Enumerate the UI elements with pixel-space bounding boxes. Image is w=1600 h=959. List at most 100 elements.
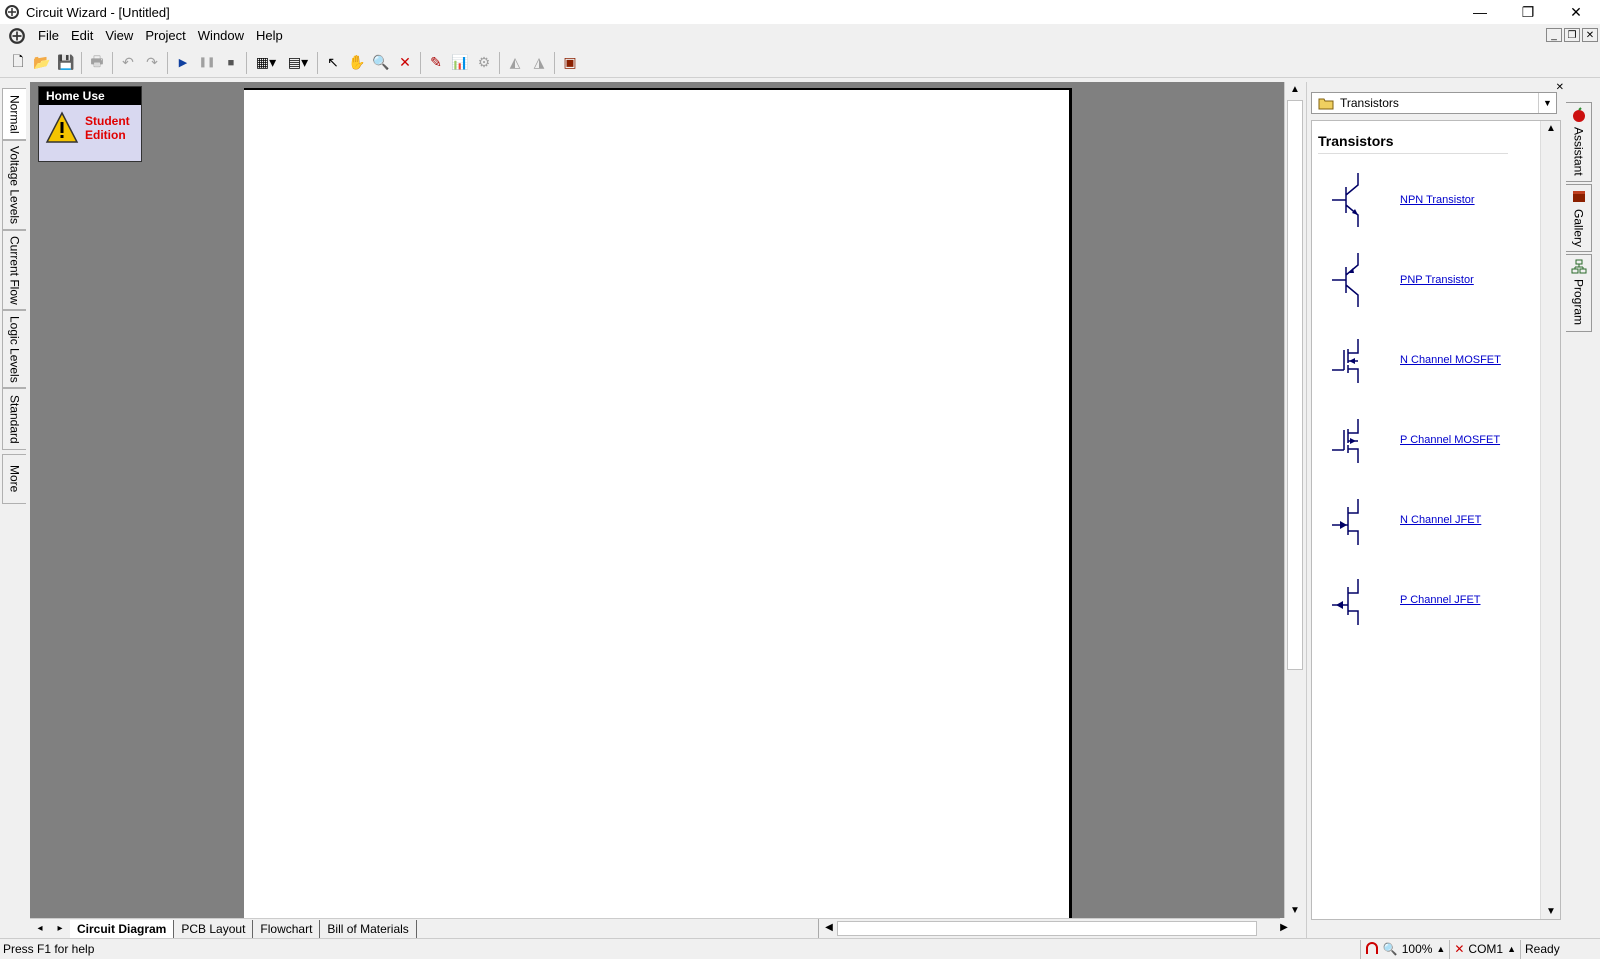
tab-scroll-left-icon[interactable]: ◂ xyxy=(30,923,50,934)
probe-icon[interactable]: ✎ xyxy=(424,51,448,75)
undo-icon[interactable]: ↶ xyxy=(116,51,140,75)
redo-icon[interactable]: ↷ xyxy=(140,51,164,75)
gallery-item-n-channel-mosfet[interactable]: N Channel MOSFET xyxy=(1322,325,1522,395)
horizontal-scrollbar[interactable]: ◀ ▶ xyxy=(818,919,1294,939)
toolbar-separator xyxy=(81,51,82,74)
assistant-apple-icon xyxy=(1572,107,1585,122)
menu-view[interactable]: View xyxy=(99,24,139,48)
network-icon[interactable]: ⚙ xyxy=(472,51,496,75)
minimize-button[interactable]: — xyxy=(1456,0,1504,24)
run-simulation-icon[interactable]: ▶ xyxy=(171,51,195,75)
scroll-left-arrow-icon[interactable]: ◀ xyxy=(819,922,839,933)
gallery-scroll-up-icon[interactable]: ▲ xyxy=(1541,123,1561,134)
tab-scroll-right-icon[interactable]: ▸ xyxy=(50,923,70,934)
flip-icon[interactable]: ◭ xyxy=(503,51,527,75)
disconnected-port-icon: ✕ xyxy=(1454,942,1465,956)
tab-assistant[interactable]: Assistant xyxy=(1566,102,1592,182)
horizontal-scroll-thumb[interactable] xyxy=(837,921,1257,936)
pan-hand-icon[interactable]: ✋ xyxy=(345,51,369,75)
tab-standard[interactable]: Standard xyxy=(2,388,26,450)
category-select[interactable]: Transistors ▼ xyxy=(1311,92,1557,114)
layout-dropdown-icon[interactable]: ▤▾ xyxy=(282,51,314,75)
menu-help[interactable]: Help xyxy=(250,24,289,48)
menu-file[interactable]: File xyxy=(32,24,65,48)
tab-voltage-levels[interactable]: Voltage Levels xyxy=(2,140,26,230)
tab-program[interactable]: Program xyxy=(1566,254,1592,332)
gallery-toggle-icon[interactable]: ▣ xyxy=(558,51,582,75)
chevron-down-icon[interactable]: ▼ xyxy=(1538,93,1556,113)
gallery-panel: ✕ Transistors ▼ Transistors NPN Transist… xyxy=(1306,82,1564,938)
rotate-icon[interactable]: ◮ xyxy=(527,51,551,75)
select-pointer-icon[interactable]: ↖ xyxy=(321,51,345,75)
port-status[interactable]: ✕ COM1 ▲ xyxy=(1449,939,1520,959)
drawing-area[interactable]: Home Use Student Edition ▲ ▼ xyxy=(30,82,1304,918)
stop-simulation-icon[interactable]: ■ xyxy=(219,51,243,75)
mdi-minimize-button[interactable]: _ xyxy=(1546,28,1562,42)
scroll-up-arrow-icon[interactable]: ▲ xyxy=(1285,84,1305,95)
status-bar: Press F1 for help 🔍 100% ▲ ✕ COM1 ▲ Read… xyxy=(0,938,1600,959)
vertical-scroll-thumb[interactable] xyxy=(1287,100,1303,670)
n-channel-jfet-link[interactable]: N Channel JFET xyxy=(1400,514,1481,526)
pnp-transistor-link[interactable]: PNP Transistor xyxy=(1400,274,1474,286)
tab-label: Current Flow xyxy=(7,235,22,305)
zoom-magnifier-icon[interactable]: 🔍 xyxy=(369,51,393,75)
view-mode-tabs: Normal Voltage Levels Current Flow Logic… xyxy=(0,82,28,512)
n-channel-mosfet-icon xyxy=(1332,339,1359,383)
toolbar-separator xyxy=(246,51,247,74)
window-title: Circuit Wizard - [Untitled] xyxy=(26,4,170,20)
mdi-close-button[interactable]: ✕ xyxy=(1582,28,1598,42)
tab-bill-of-materials[interactable]: Bill of Materials xyxy=(320,919,417,938)
tab-current-flow[interactable]: Current Flow xyxy=(2,230,26,310)
component-dropdown-icon[interactable]: ▦▾ xyxy=(250,51,282,75)
pause-simulation-icon[interactable]: ❚❚ xyxy=(195,51,219,75)
gallery-item-pnp-transistor[interactable]: PNP Transistor xyxy=(1322,245,1522,315)
gallery-scrollbar[interactable]: ▲ ▼ xyxy=(1540,121,1560,919)
menu-window[interactable]: Window xyxy=(192,24,250,48)
tab-logic-levels[interactable]: Logic Levels xyxy=(2,310,26,388)
gallery-scroll-down-icon[interactable]: ▼ xyxy=(1541,906,1561,917)
tab-label: Gallery xyxy=(1571,209,1586,248)
menu-bar: File Edit View Project Window Help _ ❐ ✕ xyxy=(0,24,1600,48)
gallery-item-p-channel-jfet[interactable]: P Channel JFET xyxy=(1322,565,1522,635)
gallery-item-p-channel-mosfet[interactable]: P Channel MOSFET xyxy=(1322,405,1522,475)
gallery-item-n-channel-jfet[interactable]: N Channel JFET xyxy=(1322,485,1522,555)
tab-flowchart[interactable]: Flowchart xyxy=(253,919,321,938)
save-icon[interactable]: 💾 xyxy=(54,51,78,75)
zoom-spin-icon[interactable]: ▲ xyxy=(1436,944,1445,954)
tab-more[interactable]: More xyxy=(2,454,26,504)
delete-icon[interactable]: ✕ xyxy=(393,51,417,75)
restore-button[interactable]: ❐ xyxy=(1504,0,1552,24)
tab-normal[interactable]: Normal xyxy=(2,88,26,140)
title-bar: Circuit Wizard - [Untitled] — ❐ ✕ xyxy=(0,0,1600,24)
npn-transistor-icon xyxy=(1332,173,1359,227)
menu-edit[interactable]: Edit xyxy=(65,24,99,48)
scroll-down-arrow-icon[interactable]: ▼ xyxy=(1285,905,1305,916)
n-channel-mosfet-link[interactable]: N Channel MOSFET xyxy=(1400,354,1501,366)
gallery-item-npn-transistor[interactable]: NPN Transistor xyxy=(1322,165,1522,235)
p-channel-jfet-link[interactable]: P Channel JFET xyxy=(1400,594,1481,606)
tab-gallery[interactable]: Gallery xyxy=(1566,184,1592,252)
tab-circuit-diagram[interactable]: Circuit Diagram xyxy=(70,919,175,938)
scroll-right-arrow-icon[interactable]: ▶ xyxy=(1274,922,1294,933)
mdi-restore-button[interactable]: ❐ xyxy=(1564,28,1580,42)
status-help-text: Press F1 for help xyxy=(3,942,95,956)
npn-transistor-link[interactable]: NPN Transistor xyxy=(1400,194,1475,206)
menu-project[interactable]: Project xyxy=(139,24,191,48)
zoom-status[interactable]: 🔍 100% ▲ xyxy=(1359,939,1450,959)
p-channel-mosfet-icon xyxy=(1332,419,1359,463)
new-file-icon[interactable]: 🗋 xyxy=(6,51,30,75)
print-icon[interactable]: 🖶 xyxy=(85,51,109,75)
tab-label: Logic Levels xyxy=(7,315,22,383)
toolbar-separator xyxy=(554,51,555,74)
document-system-icon[interactable] xyxy=(8,27,26,45)
vertical-scrollbar[interactable]: ▲ ▼ xyxy=(1284,82,1304,918)
port-spin-icon[interactable]: ▲ xyxy=(1507,944,1516,954)
graph-icon[interactable]: 📊 xyxy=(448,51,472,75)
tab-pcb-layout[interactable]: PCB Layout xyxy=(174,919,254,938)
p-channel-mosfet-link[interactable]: P Channel MOSFET xyxy=(1400,434,1500,446)
circuit-page[interactable] xyxy=(244,88,1072,918)
program-flowchart-icon xyxy=(1571,259,1586,274)
home-use-badge: Home Use Student Edition xyxy=(38,86,142,162)
open-folder-icon[interactable]: 📂 xyxy=(30,51,54,75)
close-button[interactable]: ✕ xyxy=(1552,0,1600,24)
